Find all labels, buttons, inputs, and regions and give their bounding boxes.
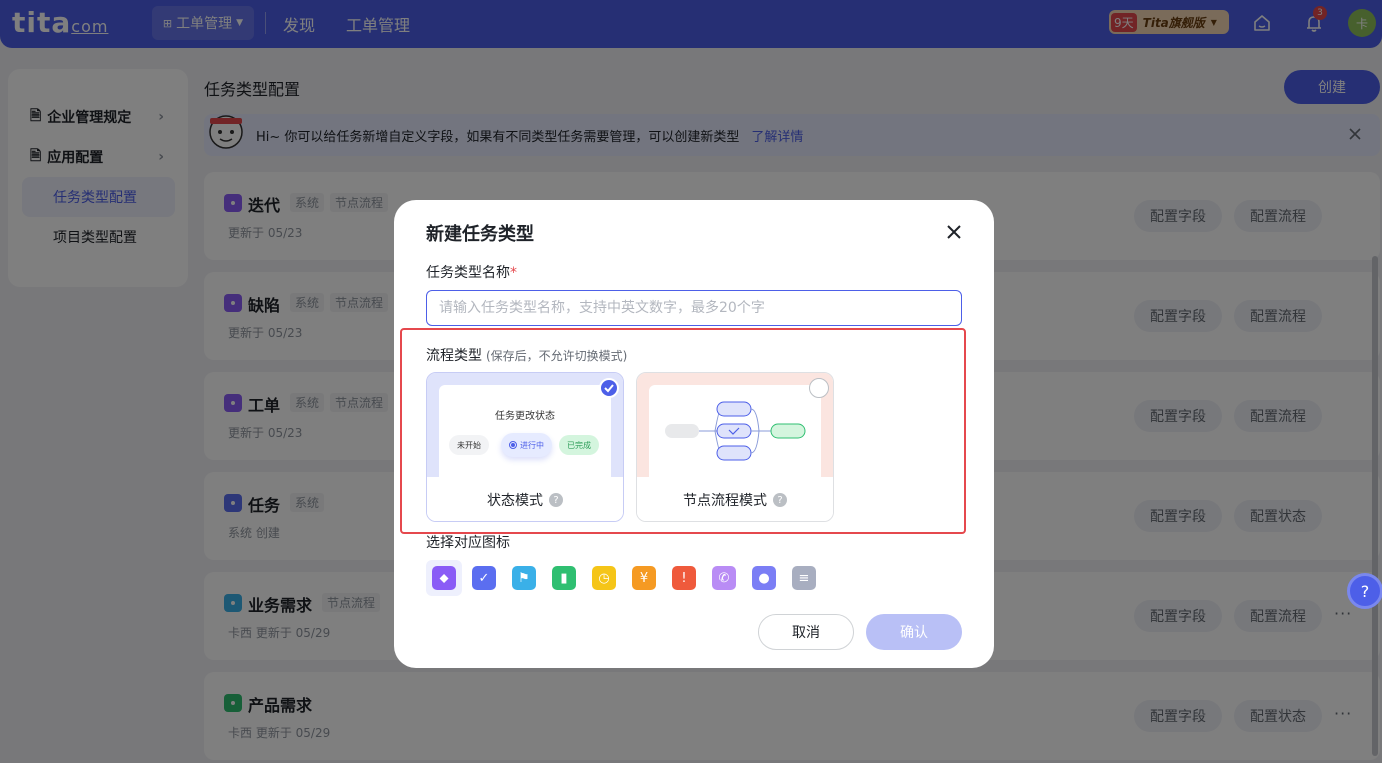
- new-task-type-dialog: 新建任务类型 任务类型名称* 流程类型(保存后，不允许切换模式) 任务更改状态 …: [394, 200, 994, 668]
- flow-type-hint: (保存后，不允许切换模式): [486, 349, 628, 363]
- flow-type-label: 流程类型 (保存后，不允许切换模式): [426, 348, 628, 364]
- alert-icon: !: [672, 566, 696, 590]
- phone-icon: ✆: [712, 566, 736, 590]
- check-circle-icon: ✓: [472, 566, 496, 590]
- icon-option[interactable]: ✓: [466, 560, 502, 596]
- icon-option[interactable]: ≡: [786, 560, 822, 596]
- icon-picker: ⬥ ✓ ⚑ ▮ ◷ ¥! ✆ ● ≡: [426, 560, 822, 596]
- node-flow-mode-option[interactable]: 节点流程模式 ?: [636, 372, 834, 522]
- yen-icon: ¥: [632, 566, 656, 590]
- flow-diagram-icon: [665, 401, 806, 461]
- status-chip-done: 已完成: [559, 435, 599, 455]
- layers-icon: ≡: [792, 566, 816, 590]
- bars-icon: ▮: [552, 566, 576, 590]
- checkmark-icon: [599, 378, 619, 398]
- status-mode-label: 状态模式 ?: [427, 477, 623, 521]
- status-mode-option[interactable]: 任务更改状态 未开始 进行中 已完成 状态模式 ?: [426, 372, 624, 522]
- icon-option[interactable]: ⚑: [506, 560, 542, 596]
- icon-select-label: 选择对应图标: [426, 535, 510, 551]
- help-icon[interactable]: ?: [773, 493, 787, 507]
- icon-option[interactable]: ✆: [706, 560, 742, 596]
- name-field-label: 任务类型名称*: [426, 265, 517, 281]
- question-icon: ?: [1360, 581, 1370, 601]
- tag-icon: ⬥: [432, 566, 456, 590]
- preview-title: 任务更改状态: [495, 411, 555, 422]
- radio-dot-icon: [509, 441, 517, 449]
- icon-option[interactable]: ◷: [586, 560, 622, 596]
- person-icon: ●: [752, 566, 776, 590]
- icon-option[interactable]: !: [666, 560, 702, 596]
- flag-icon: ⚑: [512, 566, 536, 590]
- icon-option[interactable]: ⬥: [426, 560, 462, 596]
- dialog-title: 新建任务类型: [426, 224, 534, 245]
- clock-icon: ◷: [592, 566, 616, 590]
- cancel-button[interactable]: 取消: [758, 614, 854, 650]
- status-chip-in-progress: 进行中: [501, 433, 552, 457]
- radio-unchecked-icon[interactable]: [809, 378, 829, 398]
- confirm-button[interactable]: 确认: [866, 614, 962, 650]
- task-type-name-input[interactable]: [426, 290, 962, 326]
- help-button[interactable]: ?: [1347, 573, 1382, 609]
- close-icon[interactable]: [944, 222, 964, 242]
- node-flow-mode-label: 节点流程模式 ?: [637, 477, 833, 521]
- icon-option[interactable]: ▮: [546, 560, 582, 596]
- help-icon[interactable]: ?: [549, 493, 563, 507]
- status-mode-preview: 任务更改状态 未开始 进行中 已完成: [427, 373, 623, 477]
- icon-option[interactable]: ¥: [626, 560, 662, 596]
- icon-option[interactable]: ●: [746, 560, 782, 596]
- status-chip-not-started: 未开始: [449, 435, 489, 455]
- node-flow-mode-preview: [637, 373, 833, 477]
